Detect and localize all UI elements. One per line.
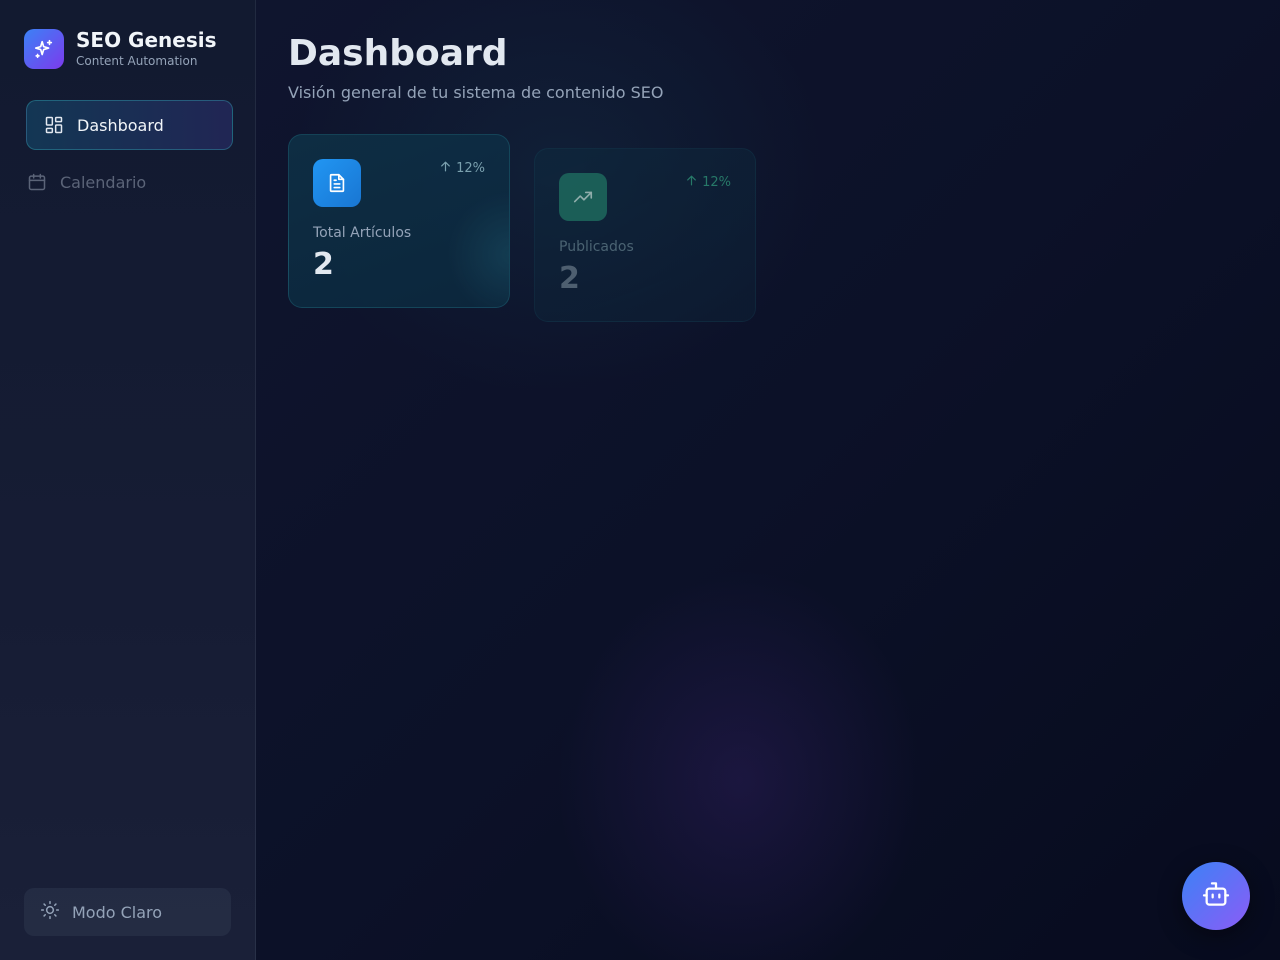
sidebar-item-dashboard[interactable]: Dashboard <box>26 100 233 150</box>
trend-value: 12% <box>456 161 485 176</box>
sidebar: SEO Genesis Content Automation Dashboard <box>0 0 256 960</box>
stat-card-total-articulos[interactable]: 12% Total Artículos 2 <box>288 134 510 308</box>
file-text-icon <box>313 159 361 207</box>
trending-up-icon <box>559 173 607 221</box>
card-label: Total Artículos <box>313 225 412 241</box>
brand[interactable]: SEO Genesis Content Automation <box>24 28 216 69</box>
trend-indicator: 12% <box>439 160 485 177</box>
ai-assistant-button[interactable] <box>1182 862 1250 930</box>
sidebar-item-calendario[interactable]: Calendario <box>26 157 233 207</box>
card-label: Publicados <box>559 239 634 255</box>
theme-toggle-button[interactable]: Modo Claro <box>24 888 231 936</box>
page-title: Dashboard <box>288 33 508 74</box>
brand-title: SEO Genesis <box>76 28 217 52</box>
sidebar-nav: Dashboard Calendario <box>26 100 233 207</box>
sparkles-icon <box>24 28 64 69</box>
arrow-up-icon <box>439 160 452 177</box>
brand-text: SEO Genesis Content Automation <box>76 28 216 69</box>
arrow-up-icon <box>685 174 698 191</box>
card-value: 2 <box>313 247 334 282</box>
sidebar-item-label: Dashboard <box>77 115 164 135</box>
card-value: 2 <box>559 261 580 296</box>
brand-subtitle: Content Automation <box>76 54 198 68</box>
sidebar-item-label: Calendario <box>60 172 147 192</box>
trend-indicator: 12% <box>685 174 731 191</box>
sun-icon <box>40 900 60 924</box>
stat-card-publicados[interactable]: 12% Publicados 2 <box>534 148 756 322</box>
app-root: SEO Genesis Content Automation Dashboard <box>0 0 1280 960</box>
bot-icon <box>1200 878 1232 914</box>
trend-value: 12% <box>702 175 731 190</box>
layout-dashboard-icon <box>44 115 64 135</box>
calendar-icon <box>27 172 47 192</box>
theme-toggle-label: Modo Claro <box>72 902 163 922</box>
page-subtitle: Visión general de tu sistema de contenid… <box>288 83 664 102</box>
